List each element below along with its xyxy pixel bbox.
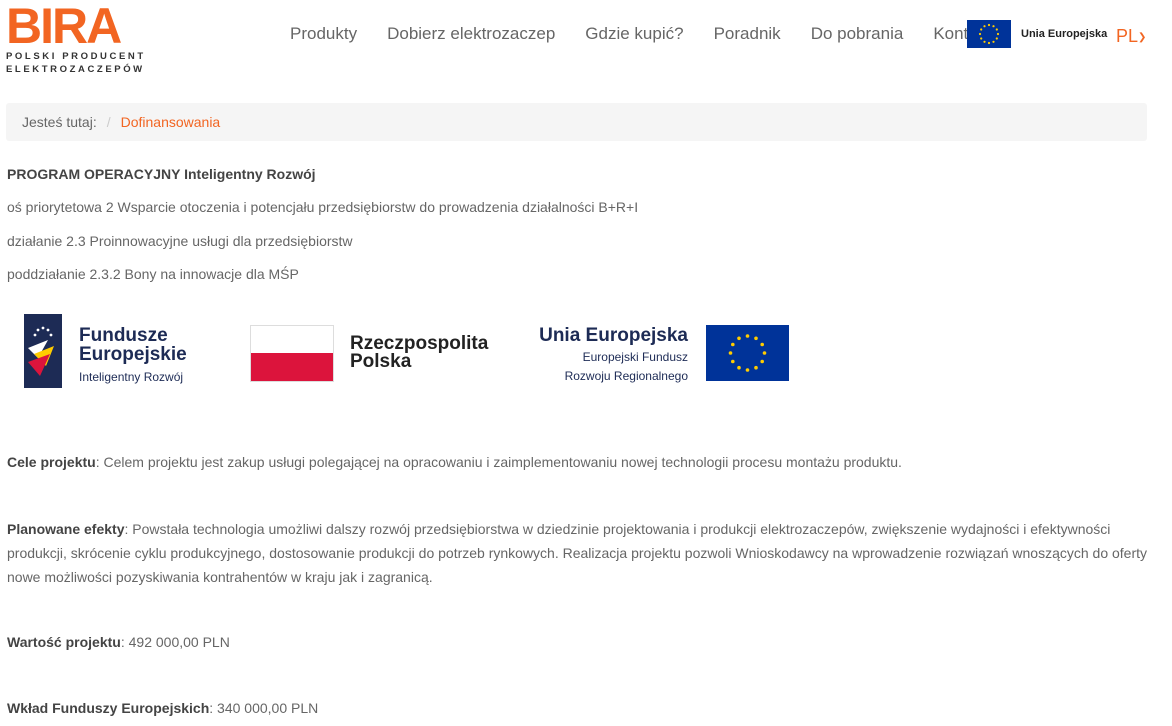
- fe-title-1: Fundusze: [79, 325, 168, 346]
- eu-funds-contribution: Wkład Funduszy Europejskich: 340 000,00 …: [7, 696, 1147, 720]
- ue-sub-2: Rozwoju Regionalnego: [564, 369, 688, 383]
- project-value: Wartość projektu: 492 000,00 PLN: [7, 630, 1147, 654]
- main-nav: Produkty Dobierz elektrozaczep Gdzie kup…: [290, 24, 1021, 44]
- breadcrumb-label: Jesteś tutaj:: [22, 114, 97, 130]
- effects-text: : Powstała technologia umożliwi dalszy r…: [7, 521, 1148, 585]
- value-text: : 492 000,00 PLN: [120, 634, 230, 650]
- eu-badge-label: Unia Europejska: [1021, 28, 1108, 40]
- funds-label: Wkład Funduszy Europejskich: [7, 700, 210, 716]
- nav-item-poradnik[interactable]: Poradnik: [714, 24, 781, 44]
- language-current: PL: [1116, 26, 1139, 46]
- program-axis: oś priorytetowa 2 Wsparcie otoczenia i p…: [7, 199, 639, 215]
- fundusze-europejskie-text: Fundusze Europejskie Inteligentny Rozwój: [79, 326, 187, 384]
- ue-title: Unia Europejska: [539, 325, 688, 346]
- rzeczpospolita-text: Rzeczpospolita Polska: [350, 334, 488, 372]
- breadcrumb-current[interactable]: Dofinansowania: [121, 114, 221, 130]
- ue-text: Unia Europejska Europejski Fundusz Rozwo…: [524, 326, 688, 384]
- logo-tagline-1: POLSKI PRODUCENT: [6, 51, 146, 62]
- eu-badge[interactable]: Unia Europejska: [967, 20, 1107, 48]
- bira-logo[interactable]: BIRA POLSKI PRODUCENT ELEKTROZACZEPÓW: [6, 0, 156, 76]
- nav-item-produkty[interactable]: Produkty: [290, 24, 357, 44]
- breadcrumb-separator: /: [106, 114, 111, 130]
- value-label: Wartość projektu: [7, 634, 121, 650]
- pl-text-2: Polska: [350, 351, 412, 372]
- fundusze-europejskie-icon: [24, 314, 64, 388]
- logo-tagline-2: ELEKTROZACZEPÓW: [6, 64, 145, 75]
- ue-sub-1: Europejski Fundusz: [582, 350, 688, 364]
- language-selector[interactable]: PL❯: [1116, 26, 1146, 47]
- nav-item-dobierz-elektrozaczep[interactable]: Dobierz elektrozaczep: [387, 24, 555, 44]
- fe-subtitle: Inteligentny Rozwój: [79, 370, 184, 384]
- eu-flag-icon: [967, 20, 1011, 48]
- breadcrumb: Jesteś tutaj: / Dofinansowania: [6, 103, 1147, 141]
- nav-item-gdzie-kupic[interactable]: Gdzie kupić?: [585, 24, 683, 44]
- poland-flag-icon: [250, 325, 334, 382]
- nav-item-do-pobrania[interactable]: Do pobrania: [811, 24, 904, 44]
- program-subaction: poddziałanie 2.3.2 Bony na innowacje dla…: [7, 266, 299, 282]
- program-title: PROGRAM OPERACYJNY Inteligentny Rozwój: [7, 166, 316, 182]
- program-action: działanie 2.3 Proinnowacyjne usługi dla …: [7, 233, 353, 249]
- logo-wordmark: BIRA: [6, 0, 122, 54]
- chevron-down-icon: ❯: [1138, 31, 1147, 43]
- project-goal: Cele projektu: Celem projektu jest zakup…: [7, 450, 1147, 474]
- eu-flag-large-icon: [706, 325, 789, 381]
- goal-text: : Celem projektu jest zakup usługi poleg…: [95, 454, 902, 470]
- planned-effects: Planowane efekty: Powstała technologia u…: [7, 517, 1147, 589]
- funding-logos: Fundusze Europejskie Inteligentny Rozwój…: [24, 314, 804, 394]
- goal-label: Cele projektu: [7, 454, 96, 470]
- effects-label: Planowane efekty: [7, 521, 125, 537]
- funds-text: : 340 000,00 PLN: [209, 700, 319, 716]
- fe-title-2: Europejskie: [79, 344, 187, 365]
